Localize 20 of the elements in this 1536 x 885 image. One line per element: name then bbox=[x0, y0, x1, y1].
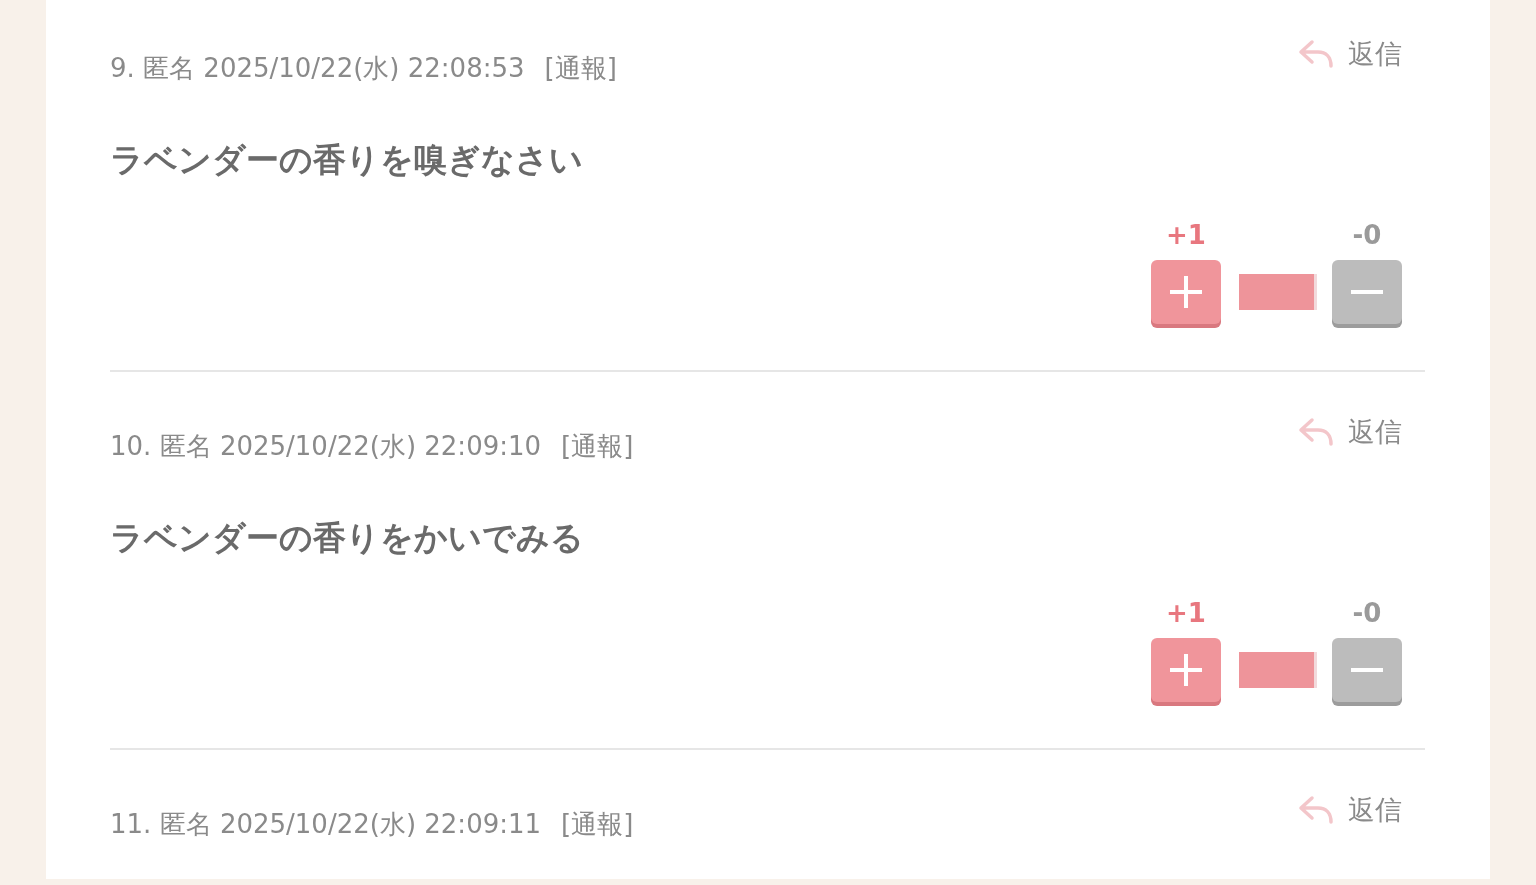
plus-count: +1 bbox=[1166, 598, 1206, 628]
report-link[interactable]: [通報] bbox=[561, 806, 634, 842]
minus-icon bbox=[1351, 290, 1383, 294]
comment-meta: 10. 匿名 2025/10/22(水) 22:09:10 bbox=[110, 429, 542, 463]
comment-text: ラベンダーの香りを嗅ぎなさい bbox=[110, 140, 584, 180]
reply-icon bbox=[1298, 795, 1334, 825]
minus-icon bbox=[1351, 668, 1383, 672]
minus-count: -0 bbox=[1352, 220, 1382, 250]
report-link[interactable]: [通報] bbox=[561, 428, 634, 464]
report-link[interactable]: [通報] bbox=[544, 50, 617, 86]
reply-icon bbox=[1298, 417, 1334, 447]
reply-icon bbox=[1298, 39, 1334, 69]
reply-link[interactable]: 返信 bbox=[1298, 792, 1402, 828]
comment-text: ラベンダーの香りをかいでみる bbox=[110, 518, 585, 558]
reply-link[interactable]: 返信 bbox=[1298, 414, 1402, 450]
minus-count: -0 bbox=[1352, 598, 1382, 628]
reply-link[interactable]: 返信 bbox=[1298, 36, 1402, 72]
comment-meta: 9. 匿名 2025/10/22(水) 22:08:53 bbox=[110, 51, 525, 85]
comment-meta: 11. 匿名 2025/10/22(水) 22:09:11 bbox=[110, 807, 542, 841]
plus-count: +1 bbox=[1166, 220, 1206, 250]
